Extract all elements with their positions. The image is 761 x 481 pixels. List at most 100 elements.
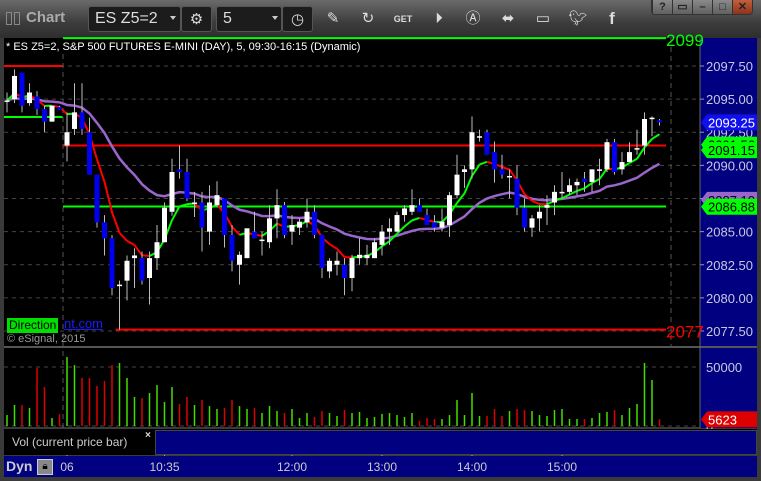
candle-body [409,205,415,212]
price-chart[interactable]: 2097.502095.002092.502090.002087.502085.… [0,0,761,481]
time-tick-label: 13:00 [366,460,398,474]
candle-body [12,75,17,100]
candle-body [289,225,295,232]
candle-body [604,142,610,170]
candle-body [177,169,182,172]
candle-body [252,231,257,239]
candle-body [349,258,355,278]
candle-body [379,231,385,245]
candle-body [267,218,272,243]
candle-body [102,222,107,239]
direction-label: Direction [7,318,59,333]
candle [612,138,617,175]
candle [282,201,287,239]
candle-body [312,211,317,235]
candle-body [454,174,460,196]
candle-body [469,132,475,170]
candle-body [529,218,535,228]
candle-body [87,132,92,175]
candle-body [214,195,220,206]
candle [604,138,610,172]
candle-body [657,120,662,123]
candle-body [342,264,347,278]
fast-average-segment [141,254,150,258]
candle-body [522,207,527,228]
candle-body [417,205,422,212]
candle-body [567,185,572,192]
candle-body [634,148,640,150]
copyright: © eSignal, 2015 [7,333,86,345]
candle-body [589,169,595,182]
candle-body [582,178,587,182]
candle-body [154,242,160,259]
candle-body [357,254,362,259]
candle-body [484,132,490,155]
candle-body [34,96,40,110]
candle-body [394,215,400,232]
candle-body [387,228,392,232]
price-marker: 2093.25 [701,114,757,131]
candle-body [544,205,550,208]
time-tick-label: 06 [60,460,74,474]
time-tick-label: 15:00 [546,460,578,474]
candle-body [162,207,167,243]
candle-body [169,172,175,212]
candle-body [424,215,430,225]
candle-body [237,254,242,265]
price-marker: 2091.15 [701,142,757,159]
candle-body [184,172,190,199]
volume-marker-text: 5623 [708,412,737,427]
price-marker-text: 2086.88 [708,200,755,215]
candle-body [147,258,152,278]
candle-body [642,119,647,146]
candle-body [72,112,77,129]
candle-body [319,234,325,269]
price-tick-label: 2097.50 [706,59,753,74]
candle-body [57,107,62,110]
candle-body [612,142,617,172]
candle-body [207,202,212,232]
study-tab-vol[interactable]: Vol (current price bar) [12,435,127,449]
lock-icon[interactable]: 🔒︎ [37,459,53,475]
candle-body [559,191,565,194]
level-label: 2077 [666,323,704,342]
candle-body [79,112,85,129]
candle-body [94,174,100,223]
study-panel [155,430,757,455]
close-icon[interactable]: × [145,430,151,441]
candle-body [297,221,302,228]
candle-body [439,221,445,228]
candle-body [199,202,205,228]
candle-body [492,152,497,170]
candle-body [552,191,557,203]
price-marker-text: 2091.15 [708,143,755,158]
candle-body [619,162,625,170]
price-marker-text: 2093.25 [708,115,755,130]
candle-body [19,72,25,106]
candle-body [49,105,55,122]
candle [484,129,490,155]
candle-body [124,260,130,281]
candle-body [514,178,520,208]
candle-body [432,222,437,228]
volume-tick-label: 50000 [706,360,742,375]
candle-body [64,132,70,146]
time-tick-label: 12:00 [276,460,308,474]
candle-body [327,260,332,272]
price-tick-label: 2095.00 [706,92,753,107]
website-link[interactable]: nt.com [64,316,103,331]
candle-body [109,238,115,288]
candle-body [597,169,602,171]
candle-body [402,208,407,216]
candle [109,234,115,296]
time-axis[interactable]: Dyn 🔒︎ 06 10:35 12:00 13:00 14:00 15:00 [4,456,757,477]
dynamic-mode-label[interactable]: Dyn [6,458,32,474]
candle-body [4,100,10,102]
candle-body [229,234,235,261]
candle-body [537,211,542,219]
candle-body [244,228,250,259]
price-marker: 2086.88 [701,198,757,215]
chart-header: * ES Z5=2, S&P 500 FUTURES E-MINI (DAY),… [6,41,361,53]
candle-body [259,239,265,242]
candle-body [334,260,340,265]
